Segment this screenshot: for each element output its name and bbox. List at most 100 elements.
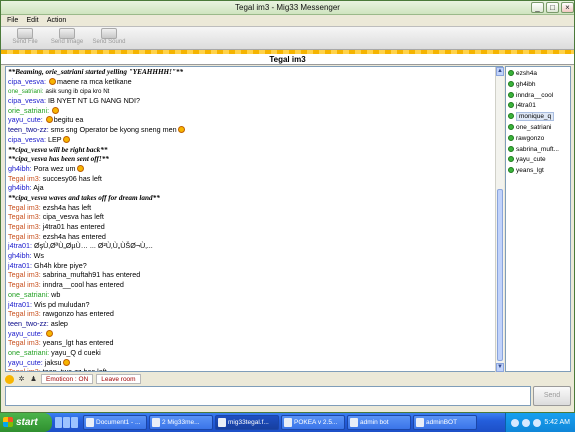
minimize-button[interactable]: _ <box>531 2 544 13</box>
quick-launch-browser-icon[interactable] <box>63 417 70 428</box>
close-button[interactable]: × <box>561 2 574 13</box>
chat-log[interactable]: **Beaming, orie_satriani started yelling… <box>5 66 503 372</box>
taskbar-button[interactable]: adminBOT <box>413 415 477 430</box>
message-sender[interactable]: Tegal im3: <box>8 212 41 221</box>
send-button[interactable]: Send <box>533 386 571 406</box>
send-sound-label: Send Sound <box>92 39 126 45</box>
user-list-item[interactable]: j4tra01 <box>506 101 570 112</box>
message-sender[interactable]: cipa_vesva: <box>8 135 46 144</box>
message-sender[interactable]: Tegal im3: <box>8 338 41 347</box>
scroll-down-arrow-icon[interactable]: ▼ <box>496 363 504 372</box>
taskbar-button[interactable]: admin bot <box>347 415 411 430</box>
message-sender[interactable]: Tegal im3: <box>8 309 41 318</box>
message-sender[interactable]: Tegal im3: <box>8 203 41 212</box>
message-sender[interactable]: Tegal im3: <box>8 270 41 279</box>
send-image-label: Send Image <box>50 39 84 45</box>
taskbar-button[interactable]: POKEA v 2.5... <box>281 415 345 430</box>
user-list-item[interactable]: monique_q <box>506 112 570 123</box>
emoticon-icon <box>45 116 53 124</box>
taskbar-button-label: adminBOT <box>426 419 458 426</box>
message-text: Wis pd muludan? <box>33 299 90 309</box>
message-sender[interactable]: gh4ibh: <box>8 251 32 260</box>
message-input[interactable] <box>5 386 531 406</box>
quick-launch-desktop-icon[interactable] <box>55 417 62 428</box>
scroll-thumb[interactable] <box>497 189 503 361</box>
user-list-item[interactable]: ezsh4a <box>506 69 570 80</box>
user-list-item[interactable]: sabrina_muft... <box>506 145 570 156</box>
message-sender[interactable]: teen_two-zz: <box>8 319 49 328</box>
menu-file[interactable]: File <box>7 15 18 26</box>
message-sender[interactable]: j4tra01: <box>8 241 32 250</box>
online-status-icon <box>508 80 514 87</box>
message-sender[interactable]: Tegal im3: <box>8 232 41 241</box>
user-icon[interactable]: ♟ <box>29 375 38 384</box>
chat-message: gh4ibh: Pora wez um <box>6 164 502 174</box>
message-sender[interactable]: yayu_cute: <box>8 358 43 367</box>
user-list-item[interactable]: rawgonzo <box>506 134 570 145</box>
message-sender[interactable]: one_satriani: <box>8 290 49 299</box>
message-text: LEP <box>47 134 62 144</box>
message-sender[interactable]: one_satriani: <box>8 348 49 357</box>
send-image-button[interactable]: Send Image <box>49 27 85 49</box>
settings-gear-icon[interactable]: ✲ <box>17 375 26 384</box>
user-list: ezsh4a gh4ibh inndra__cool j4tra01 monique_q… <box>505 66 571 372</box>
message-sender[interactable]: gh4ibh: <box>8 183 32 192</box>
chat-scrollbar[interactable]: ▲ ▼ <box>495 67 504 372</box>
tray-security-icon[interactable] <box>533 418 542 427</box>
windows-logo-icon <box>3 417 13 427</box>
app-icon <box>350 418 358 427</box>
emoticon-icon <box>62 358 70 366</box>
taskbar: start Document1 - ... 2 Mig33me... mig33te… <box>0 413 575 432</box>
leave-room-button[interactable]: Leave room <box>96 374 141 384</box>
chat-message: gh4ibh: Ws <box>6 251 502 261</box>
scroll-up-arrow-icon[interactable]: ▲ <box>496 67 504 76</box>
taskbar-button[interactable]: Document1 - ... <box>83 415 147 430</box>
send-sound-button[interactable]: Send Sound <box>91 27 127 49</box>
message-sender[interactable]: one_satriani: <box>8 88 43 95</box>
message-sender[interactable]: gh4ibh: <box>8 164 32 173</box>
message-sender[interactable]: j4tra01: <box>8 300 32 309</box>
start-button[interactable]: start <box>0 413 52 432</box>
message-sender[interactable]: Tegal im3: <box>8 222 41 231</box>
menu-edit[interactable]: Edit <box>27 15 39 26</box>
chat-message: Tegal im3: rawgonzo has entered <box>6 309 502 319</box>
user-list-item[interactable]: yayu_cute <box>506 155 570 166</box>
taskbar-button-label: admin bot <box>360 419 389 426</box>
emoticon-toggle[interactable]: Emoticon : ON <box>41 374 94 384</box>
emoticon-icon <box>45 329 53 337</box>
user-list-item[interactable]: one_satriani <box>506 123 570 134</box>
taskbar-button[interactable]: 2 Mig33me... <box>149 415 213 430</box>
message-sender[interactable]: orie_satriani: <box>8 106 49 115</box>
message-sender[interactable]: Tegal im3: <box>8 367 41 371</box>
menu-action[interactable]: Action <box>47 15 66 26</box>
message-sender[interactable]: teen_two-zz: <box>8 125 49 134</box>
message-sender[interactable]: Tegal im3: <box>8 280 41 289</box>
message-sender[interactable]: cipa_vesva: <box>8 96 46 105</box>
message-text: ØşÙ‚ØªÙ„ØµÙ… ... Ø²Ù‚Ù„ÙŠØ¬Ù‚... <box>33 241 153 251</box>
taskbar-button-label: POKEA v 2.5... <box>294 419 338 426</box>
smiley-icon[interactable] <box>5 374 14 384</box>
chat-message: orie_satriani: <box>6 106 502 116</box>
maximize-button[interactable]: □ <box>546 2 559 13</box>
message-sender[interactable]: j4tra01: <box>8 261 32 270</box>
message-sender[interactable]: yayu_cute: <box>8 329 43 338</box>
user-name: j4tra01 <box>516 102 536 110</box>
title-bar[interactable]: Tegal im3 - Mig33 Messenger _ □ × <box>1 1 574 15</box>
tray-network-icon[interactable] <box>511 418 520 427</box>
user-list-item[interactable]: yeans_lgt <box>506 166 570 177</box>
quick-launch-media-icon[interactable] <box>71 417 78 428</box>
user-list-item[interactable]: gh4ibh <box>506 80 570 91</box>
taskbar-button[interactable]: mig33tegal.f... <box>215 415 279 430</box>
user-list-item[interactable]: inndra__cool <box>506 91 570 102</box>
message-sender[interactable]: cipa_vesva: <box>8 77 46 86</box>
send-file-button[interactable]: Send File <box>7 27 43 49</box>
message-sender[interactable]: yayu_cute: <box>8 115 43 124</box>
tray-volume-icon[interactable] <box>522 418 531 427</box>
chat-message: one_satriani: wb <box>6 290 502 300</box>
chat-message: Tegal im3: cipa_vesva has left <box>6 212 502 222</box>
online-status-icon <box>508 167 514 174</box>
chat-message: **Beaming, orie_satriani started yelling… <box>6 67 502 77</box>
message-sender[interactable]: Tegal im3: <box>8 174 41 183</box>
user-name: one_satriani <box>516 123 552 131</box>
chat-message: Tegal im3: teen_two-zz has left <box>6 367 502 371</box>
